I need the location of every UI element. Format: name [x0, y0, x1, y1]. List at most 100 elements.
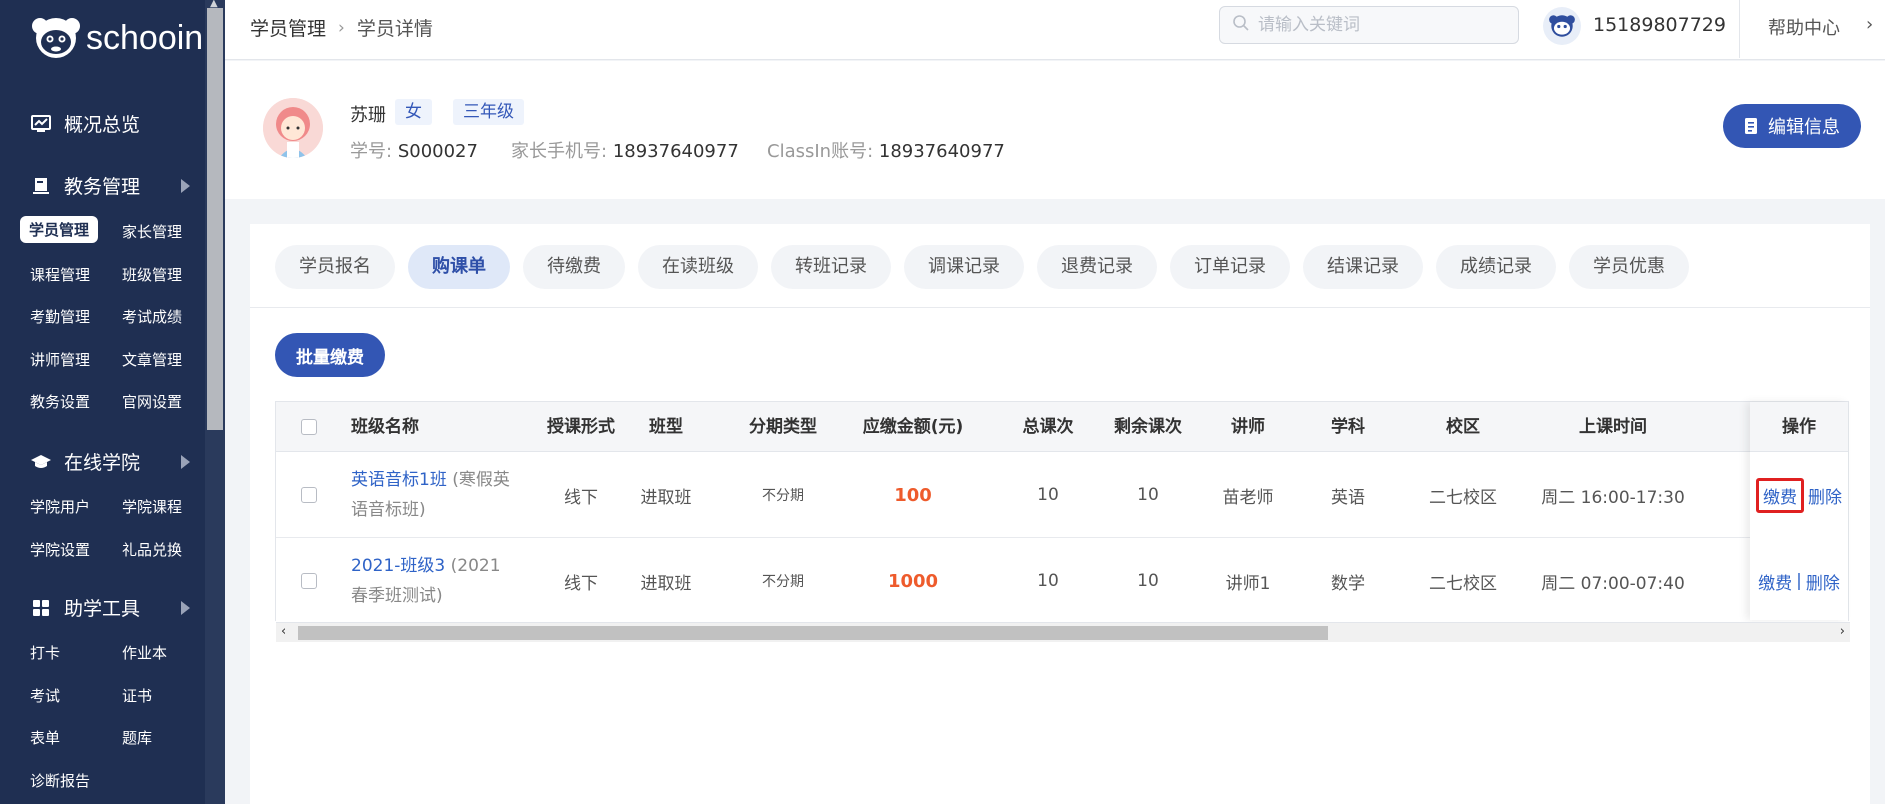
breadcrumb-current: 学员详情 [356, 18, 433, 40]
sidebar-item-diagnosis-report[interactable]: 诊断报告 [30, 770, 90, 791]
parent-phone-label: 家长手机号: [511, 141, 608, 162]
search-box[interactable] [1219, 6, 1519, 44]
sidebar-item-homework[interactable]: 作业本 [122, 642, 167, 663]
cell-total-sessions: 10 [1037, 571, 1059, 591]
delete-link[interactable]: 删除 [1806, 569, 1840, 594]
delete-link[interactable]: 删除 [1808, 483, 1842, 508]
sidebar-item-academy-settings[interactable]: 学院设置 [30, 539, 90, 560]
tabs-divider [250, 307, 1870, 308]
table-row: 英语音标1班 (寒假英 语音标班) 线下 进取班 不分期 100 10 10 苗… [276, 452, 1848, 538]
topbar: 学员管理 › 学员详情 15189807729 帮助中心 › [225, 0, 1885, 60]
help-center-link[interactable]: 帮助中心 [1768, 14, 1840, 40]
nav-academic[interactable]: 教务管理 [30, 172, 190, 199]
breadcrumb: 学员管理 › 学员详情 [250, 14, 433, 41]
sidebar-item-edu-settings[interactable]: 教务设置 [30, 391, 90, 412]
user-avatar[interactable] [1543, 7, 1581, 45]
pay-button-highlighted[interactable]: 缴费 [1756, 477, 1804, 513]
girl-avatar-icon [263, 98, 323, 158]
search-input[interactable] [1258, 15, 1498, 35]
sidebar-item-article-mgmt[interactable]: 文章管理 [122, 349, 182, 370]
pay-link[interactable]: 缴费 [1758, 569, 1792, 594]
nav-learning-tools-label: 助学工具 [64, 598, 141, 620]
student-no-value: S000027 [397, 141, 478, 162]
sidebar-item-academy-users[interactable]: 学院用户 [30, 496, 90, 517]
edit-info-label: 编辑信息 [1768, 117, 1840, 138]
nav-learning-tools[interactable]: 助学工具 [30, 594, 190, 621]
sidebar-item-checkin[interactable]: 打卡 [30, 642, 60, 663]
monkey-logo-icon [28, 10, 84, 66]
table-row: 2021-班级3 (2021 春季班测试) 线下 进取班 不分期 1000 10… [276, 538, 1848, 624]
breadcrumb-root[interactable]: 学员管理 [250, 14, 326, 41]
tab-refunds[interactable]: 退费记录 [1037, 245, 1157, 289]
graduation-cap-icon [30, 451, 52, 473]
cell-class-name: 英语音标1班 (寒假英 语音标班) [351, 452, 526, 538]
row-select-cell [298, 538, 320, 624]
cell-amount: 1000 [838, 538, 988, 624]
tab-current-classes[interactable]: 在读班级 [638, 245, 758, 289]
cell-subject: 英语 [1331, 487, 1365, 508]
sidebar-scrollbar-thumb[interactable] [207, 8, 223, 430]
header-subject: 学科 [1331, 417, 1365, 437]
cell-installment: 不分期 [762, 488, 804, 504]
sidebar-item-teacher-mgmt[interactable]: 讲师管理 [30, 349, 90, 370]
sidebar-scrollbar[interactable]: ▲ [205, 0, 225, 804]
table-header: 班级名称 授课形式 班型 分期类型 应缴金额(元) 总课次 剩余课次 讲师 学科… [276, 402, 1848, 452]
tab-completion[interactable]: 结课记录 [1303, 245, 1423, 289]
scroll-left-icon[interactable]: ‹ [281, 624, 286, 639]
tab-enrollment[interactable]: 学员报名 [275, 245, 395, 289]
user-phone[interactable]: 15189807729 [1593, 14, 1726, 36]
sidebar-item-gift-exchange[interactable]: 礼品兑换 [122, 539, 182, 560]
header-installment: 分期类型 [749, 417, 817, 437]
tab-grades[interactable]: 成绩记录 [1436, 245, 1556, 289]
sidebar-item-exam[interactable]: 考试 [30, 685, 60, 706]
grade-tag: 三年级 [453, 99, 524, 125]
header-mode: 授课形式 [547, 417, 615, 437]
tab-discounts[interactable]: 学员优惠 [1569, 245, 1689, 289]
table-scrollbar-thumb[interactable] [298, 626, 1328, 640]
tab-reschedule[interactable]: 调课记录 [904, 245, 1024, 289]
sidebar-item-certificate[interactable]: 证书 [122, 685, 152, 706]
chevron-right-icon[interactable]: › [1866, 14, 1873, 35]
row-select-cell [298, 452, 320, 538]
sidebar-item-site-settings[interactable]: 官网设置 [122, 391, 182, 412]
tab-orders[interactable]: 订单记录 [1170, 245, 1290, 289]
nav-online-academy[interactable]: 在线学院 [30, 448, 190, 475]
cell-class-type: 进取班 [640, 573, 692, 594]
class-name-link[interactable]: 英语音标1班 [351, 470, 447, 490]
sidebar-item-course-mgmt[interactable]: 课程管理 [30, 264, 90, 285]
sidebar-item-student-mgmt[interactable]: 学员管理 [20, 216, 99, 243]
tab-class-transfer[interactable]: 转班记录 [771, 245, 891, 289]
tab-purchase-orders[interactable]: 购课单 [408, 245, 510, 289]
gender-tag: 女 [395, 99, 432, 125]
row-checkbox[interactable] [301, 573, 317, 589]
cell-teacher: 讲师1 [1225, 573, 1271, 594]
header-remaining-sessions: 剩余课次 [1114, 417, 1182, 437]
row2-operations: 缴费 | 删除 [1750, 538, 1848, 624]
table-horizontal-scrollbar[interactable]: ‹ › [276, 622, 1850, 642]
sidebar-item-form[interactable]: 表单 [30, 727, 60, 748]
sidebar-item-attendance[interactable]: 考勤管理 [30, 306, 90, 327]
logo[interactable]: schooin [28, 8, 203, 68]
row-checkbox[interactable] [301, 487, 317, 503]
dashboard-icon [30, 113, 52, 135]
tab-pending-payment[interactable]: 待缴费 [523, 245, 625, 289]
sidebar-item-question-bank[interactable]: 题库 [122, 727, 152, 748]
monkey-avatar-icon [1549, 15, 1575, 37]
sidebar-item-exam-scores[interactable]: 考试成绩 [122, 306, 182, 327]
nav-overview-label: 概况总览 [64, 114, 141, 136]
cell-installment: 不分期 [762, 574, 804, 590]
nav-overview[interactable]: 概况总览 [30, 110, 190, 137]
scroll-right-icon[interactable]: › [1840, 624, 1845, 639]
row1-operations: 缴费 删除 [1750, 452, 1848, 538]
class-name-link[interactable]: 2021-班级3 [351, 556, 445, 576]
sidebar-item-parent-mgmt[interactable]: 家长管理 [122, 221, 182, 242]
cell-campus: 二七校区 [1429, 573, 1497, 594]
sidebar-item-academy-courses[interactable]: 学院课程 [122, 496, 182, 517]
select-all-checkbox[interactable] [301, 419, 317, 435]
student-avatar [263, 98, 323, 158]
cell-remaining-sessions: 10 [1137, 571, 1159, 591]
sidebar-item-class-mgmt[interactable]: 班级管理 [122, 264, 182, 285]
header-class-type: 班型 [649, 417, 683, 437]
batch-pay-button[interactable]: 批量缴费 [275, 333, 385, 377]
edit-info-button[interactable]: 编辑信息 [1723, 104, 1861, 148]
